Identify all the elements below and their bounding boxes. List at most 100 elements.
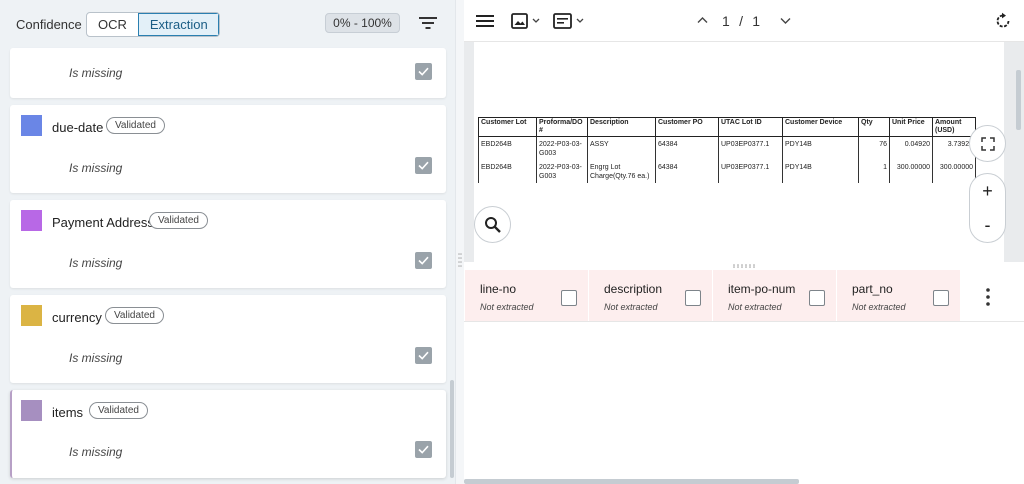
mode-switch: OCR Extraction <box>86 12 220 37</box>
invoice-cell: 76 <box>858 136 890 160</box>
viewer-toolbar: 1 / 1 <box>464 0 1024 42</box>
field-value: Is missing <box>69 66 123 80</box>
invoice-col-header: Proforma/DO # <box>536 117 588 137</box>
field-value: Is missing <box>69 256 123 270</box>
current-page[interactable]: 1 <box>722 13 730 29</box>
zoom-in-button[interactable]: + <box>970 174 1005 208</box>
field-value: Is missing <box>69 351 123 365</box>
field-checkbox[interactable] <box>415 252 432 269</box>
checkmark-icon <box>418 256 429 265</box>
invoice-cell: 64384 <box>655 136 719 160</box>
zoom-controls: + - <box>969 173 1006 243</box>
image-icon[interactable] <box>511 12 543 30</box>
field-card-due-date[interactable]: due-date Validated Is missing <box>10 105 446 193</box>
field-header: items Validated <box>12 390 446 430</box>
document-canvas[interactable]: Customer Lot Proforma/DO # Description C… <box>464 42 1024 262</box>
field-checkbox[interactable] <box>415 157 432 174</box>
column-checkbox[interactable] <box>561 290 577 306</box>
invoice-col-header: Amount (USD) <box>932 117 976 137</box>
text-layout-icon[interactable] <box>553 12 587 30</box>
invoice-cell: 2022-P03-03-G003 <box>536 160 588 183</box>
invoice-col-header: Description <box>587 117 656 137</box>
search-button[interactable] <box>474 206 511 243</box>
column-header-line-no[interactable]: line-no Not extracted <box>465 270 588 321</box>
status-badge: Validated <box>106 117 165 134</box>
field-value: Is missing <box>69 445 123 459</box>
refresh-icon[interactable] <box>994 12 1012 30</box>
page-separator: / <box>739 13 744 29</box>
column-checkbox[interactable] <box>685 290 701 306</box>
column-header-item-po-num[interactable]: item-po-num Not extracted <box>713 270 836 321</box>
document-page: Customer Lot Proforma/DO # Description C… <box>474 42 1004 262</box>
column-name: line-no <box>480 282 517 296</box>
column-checkbox[interactable] <box>933 290 949 306</box>
drag-handle-icon[interactable] <box>458 252 462 268</box>
more-options-icon[interactable] <box>974 287 1002 307</box>
panel-divider[interactable] <box>455 0 464 484</box>
status-badge: Validated <box>89 402 148 419</box>
invoice-header-row: Customer Lot Proforma/DO # Description C… <box>478 117 976 137</box>
invoice-col-header: UTAC Lot ID <box>718 117 783 137</box>
column-name: part_no <box>852 282 893 296</box>
invoice-col-header: Customer PO <box>655 117 719 137</box>
page-indicator: 1 / 1 <box>722 13 761 29</box>
field-header: due-date Validated <box>10 105 446 145</box>
field-name: currency <box>52 310 102 325</box>
field-header: currency Validated <box>10 295 446 335</box>
column-header-description[interactable]: description Not extracted <box>589 270 712 321</box>
field-value: Is missing <box>69 161 123 175</box>
invoice-cell: ASSY <box>587 136 656 160</box>
invoice-cell: PDY14B <box>782 160 859 183</box>
field-color-swatch <box>21 400 42 421</box>
invoice-cell: PDY14B <box>782 136 859 160</box>
search-icon <box>485 217 501 233</box>
invoice-col-header: Customer Device <box>782 117 859 137</box>
status-badge: Validated <box>149 212 208 229</box>
column-status: Not extracted <box>728 302 782 312</box>
document-scrollbar[interactable] <box>1016 70 1021 130</box>
app-root: Confidence OCR Extraction 0% - 100% Is m… <box>0 0 1024 484</box>
field-card[interactable]: Is missing <box>10 48 446 98</box>
fields-scrollbar[interactable] <box>450 380 454 478</box>
column-status: Not extracted <box>852 302 906 312</box>
field-header: Payment Address Validated <box>10 200 446 240</box>
fullscreen-icon <box>981 137 995 151</box>
invoice-cell: 300.00000 <box>889 160 933 183</box>
field-name: items <box>52 405 84 420</box>
field-checkbox[interactable] <box>415 347 432 364</box>
invoice-table: Customer Lot Proforma/DO # Description C… <box>478 117 976 183</box>
tab-ocr[interactable]: OCR <box>87 13 138 36</box>
invoice-row: EBD264B 2022-P03-03-G003 ASSY 64384 UP03… <box>478 136 976 160</box>
invoice-row: EBD264B 2022-P03-03-G003 Engrg Lot Charg… <box>478 160 976 183</box>
fullscreen-button[interactable] <box>969 125 1006 162</box>
column-name: description <box>604 282 663 296</box>
items-horizontal-scrollbar[interactable] <box>464 479 799 484</box>
invoice-cell: 0.04920 <box>889 136 933 160</box>
invoice-cell: EBD264B <box>478 160 537 183</box>
confidence-toolbar: Confidence OCR Extraction 0% - 100% <box>0 0 455 48</box>
checkmark-icon <box>418 351 429 360</box>
tab-extraction[interactable]: Extraction <box>137 13 219 36</box>
invoice-cell: EBD264B <box>478 136 537 160</box>
field-card-items[interactable]: items Validated Is missing <box>10 390 446 478</box>
fields-panel: Confidence OCR Extraction 0% - 100% Is m… <box>0 0 455 484</box>
filter-icon[interactable] <box>418 15 438 31</box>
menu-icon[interactable] <box>476 14 494 28</box>
invoice-cell: 64384 <box>655 160 719 183</box>
resize-handle-icon[interactable] <box>732 264 756 268</box>
zoom-out-button[interactable]: - <box>970 208 1005 242</box>
chevron-up-icon[interactable] <box>697 16 708 24</box>
field-checkbox[interactable] <box>415 441 432 458</box>
field-color-swatch <box>21 115 42 136</box>
column-status: Not extracted <box>604 302 658 312</box>
chevron-down-icon[interactable] <box>780 17 791 25</box>
column-header-part-no[interactable]: part_no Not extracted <box>837 270 960 321</box>
field-name: Payment Address <box>52 215 154 230</box>
confidence-range[interactable]: 0% - 100% <box>325 13 400 33</box>
column-checkbox[interactable] <box>809 290 825 306</box>
field-checkbox[interactable] <box>415 63 432 80</box>
invoice-cell: Engrg Lot Charge(Qty.76 ea.) <box>587 160 656 183</box>
field-card-currency[interactable]: currency Validated Is missing <box>10 295 446 383</box>
field-card-payment-address[interactable]: Payment Address Validated Is missing <box>10 200 446 288</box>
items-table-header: line-no Not extracted description Not ex… <box>464 270 1024 322</box>
